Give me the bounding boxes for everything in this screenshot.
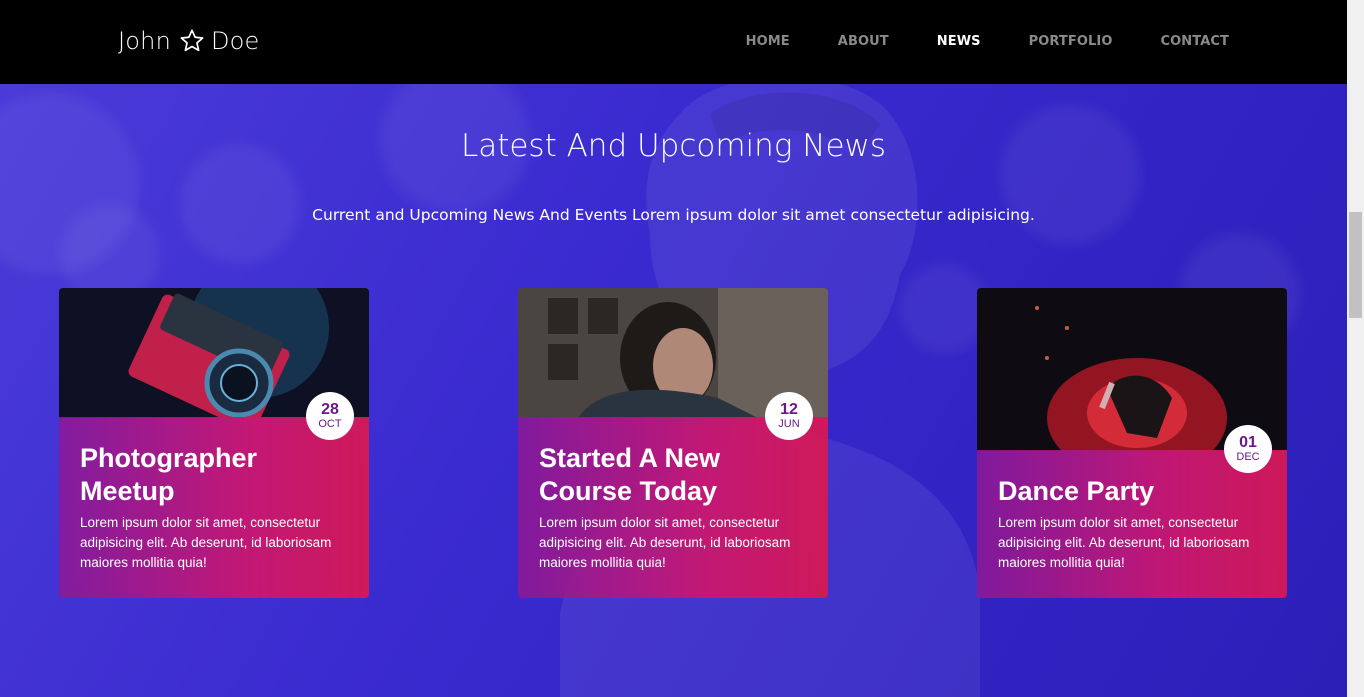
date-month: DEC (1236, 450, 1260, 463)
news-card[interactable]: 01 DEC Dance Party Lorem ipsum dolor sit… (977, 288, 1287, 598)
main-nav: HOME ABOUT NEWS PORTFOLIO CONTACT (698, 34, 1229, 49)
date-day: 12 (780, 400, 798, 418)
star-outline-icon (179, 28, 205, 54)
news-card[interactable]: 28 OCT Photographer Meetup Lorem ipsum d… (59, 288, 369, 598)
brand-first-name: John (118, 27, 171, 55)
date-month: OCT (318, 417, 342, 430)
news-card[interactable]: 12 JUN Started A New Course Today Lorem … (518, 288, 828, 598)
nav-link-portfolio[interactable]: PORTFOLIO (1029, 34, 1113, 49)
card-description: Lorem ipsum dolor sit amet, consectetur … (998, 515, 1250, 570)
section-subtitle: Current and Upcoming News And Events Lor… (312, 206, 1035, 224)
date-badge: 28 OCT (306, 392, 354, 440)
nav-link-home[interactable]: HOME (746, 34, 790, 49)
nav-link-contact[interactable]: CONTACT (1161, 34, 1230, 49)
page: John Doe HOME ABOUT NEWS PORTFOLIO CONTA… (0, 0, 1347, 697)
date-day: 28 (321, 400, 339, 418)
scrollbar-thumb[interactable] (1349, 212, 1362, 318)
section-title: Latest And Upcoming News (460, 128, 887, 164)
card-title-line: Course Today (539, 476, 718, 506)
nav-link-about[interactable]: ABOUT (838, 34, 889, 49)
card-title-line: Photographer (80, 443, 258, 473)
date-badge: 01 DEC (1224, 425, 1272, 473)
card-title-line: Started A New (539, 443, 721, 473)
date-month: JUN (778, 417, 800, 430)
card-title[interactable]: Photographer Meetup (80, 442, 257, 508)
card-title-line: Dance Party (998, 476, 1155, 506)
news-section: Latest And Upcoming News Current and Upc… (0, 84, 1347, 697)
page-scrollbar[interactable] (1347, 0, 1364, 697)
navbar: John Doe HOME ABOUT NEWS PORTFOLIO CONTA… (0, 0, 1347, 84)
card-title[interactable]: Started A New Course Today (539, 442, 720, 508)
brand-logo[interactable]: John Doe (118, 24, 260, 58)
card-description: Lorem ipsum dolor sit amet, consectetur … (80, 515, 332, 570)
date-badge: 12 JUN (765, 392, 813, 440)
brand-last-name: Doe (210, 27, 260, 55)
nav-link-news[interactable]: NEWS (937, 34, 981, 49)
card-title[interactable]: Dance Party (998, 475, 1154, 508)
card-description: Lorem ipsum dolor sit amet, consectetur … (539, 515, 791, 570)
card-title-line: Meetup (80, 476, 175, 506)
date-day: 01 (1239, 433, 1257, 451)
